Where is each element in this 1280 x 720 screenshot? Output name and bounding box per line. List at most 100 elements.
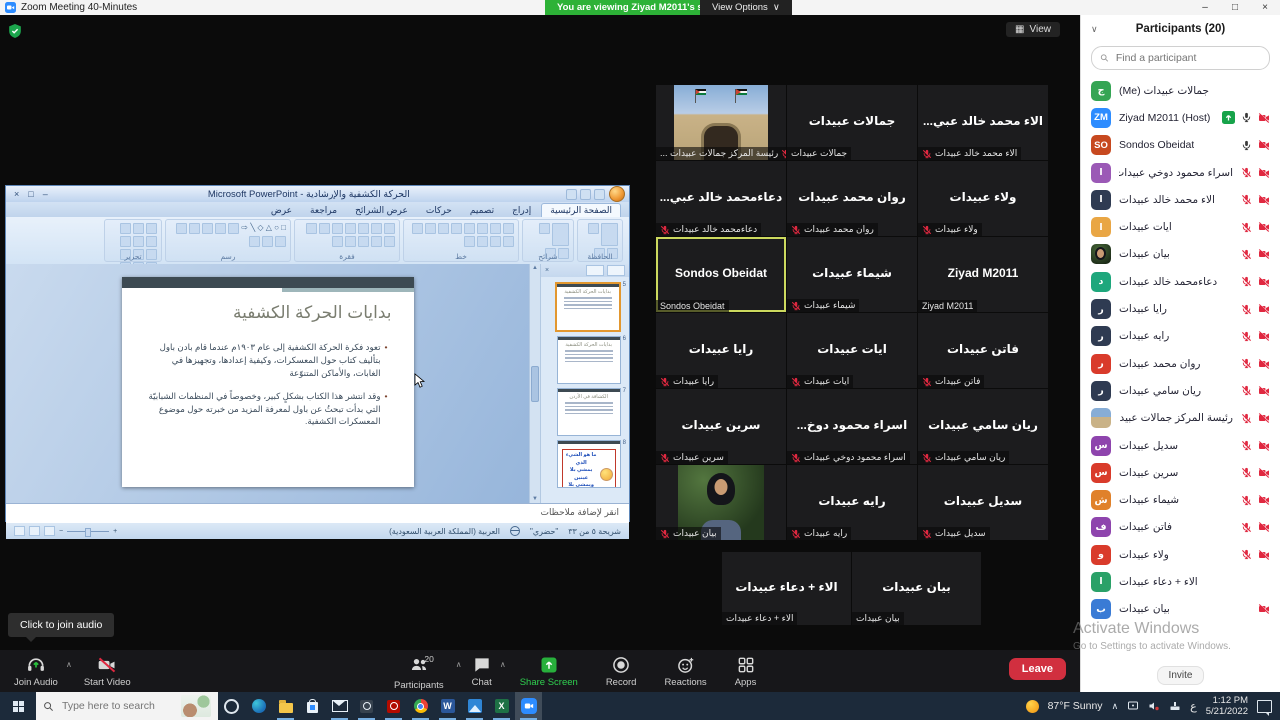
participant-row[interactable]: االاء + دعاء عبيدات <box>1081 568 1280 595</box>
participant-row[interactable]: سسديل عبيدات <box>1081 432 1280 459</box>
slide-thumbnail[interactable]: الكشافة في الأردن <box>557 388 621 436</box>
ppt-tab[interactable]: مراجعة <box>302 204 345 217</box>
maximize-button[interactable]: □ <box>1220 2 1250 13</box>
zoom-slider[interactable] <box>67 531 109 532</box>
video-tile[interactable]: ...اسراء محمود دوخاسراء محمود دوخي عبيدا… <box>787 389 917 464</box>
participant-row[interactable]: ججمالات عبيدات (Me) <box>1081 77 1280 104</box>
video-tile[interactable]: ايات عبيداتايات عبيدات <box>787 313 917 388</box>
participant-row[interactable]: وولاء عبيدات <box>1081 541 1280 568</box>
ppt-tab[interactable]: الصفحة الرئيسية <box>541 203 621 217</box>
outline-tab[interactable] <box>586 265 604 276</box>
participant-row[interactable]: ررايه عبيدات <box>1081 323 1280 350</box>
video-tile[interactable]: ...دعاءمحمد خالد عبيدعاءمحمد خالد عبيدات <box>656 161 786 236</box>
taskbar-clock[interactable]: 1:12 PM 5/21/2022 <box>1206 695 1248 718</box>
video-tile[interactable]: ريان سامي عبيداتريان سامي عبيدات <box>918 389 1048 464</box>
ppt-tab[interactable]: عرض الشرائح <box>347 204 416 217</box>
share-screen-button[interactable]: Share Screen <box>514 655 584 691</box>
taskbar-app-chrome[interactable] <box>407 692 434 720</box>
view-options-button[interactable]: View Options∨ <box>700 0 792 15</box>
video-tile[interactable]: Ziyad M2011Ziyad M2011 <box>918 237 1048 312</box>
participant-search-input[interactable] <box>1114 51 1261 65</box>
weather-text[interactable]: 87°F Sunny <box>1048 700 1103 712</box>
ppt-ribbon-group[interactable]: شرائح <box>522 219 574 262</box>
ppt-tab[interactable]: عرض <box>263 204 300 217</box>
taskbar-app-mail[interactable] <box>326 692 353 720</box>
participant-row[interactable]: رريان سامي عبيدات <box>1081 377 1280 404</box>
slide-sorter-icon[interactable] <box>29 526 40 536</box>
slide-canvas[interactable]: بدايات الحركة الكشفية •تعود فكرة الحركة … <box>122 277 414 487</box>
participant-row[interactable]: ششيماء عبيدات <box>1081 486 1280 513</box>
slideshow-icon[interactable] <box>44 526 55 536</box>
participant-row[interactable]: SOSondos Obeidat <box>1081 132 1280 159</box>
ppt-ribbon-group[interactable]: □ ○ △ ◇ ╲ ⇨رسم <box>165 219 291 262</box>
video-tile[interactable]: شيماء عبيداتشيماء عبيدات <box>787 237 917 312</box>
slides-tab[interactable] <box>607 265 625 276</box>
participant-row[interactable]: بيان عبيدات <box>1081 241 1280 268</box>
chevron-down-icon[interactable]: ∨ <box>1091 24 1098 35</box>
office-button[interactable] <box>609 186 625 202</box>
video-tile[interactable]: بيان عبيدات <box>656 465 786 540</box>
video-tile[interactable]: ...الاء محمد خالد عبيالاء محمد خالد عبيد… <box>918 85 1048 160</box>
scroll-down-icon[interactable]: ▼ <box>532 496 538 502</box>
participant-row[interactable]: رئيسة المركز جمالات عبيدات كفرسوم <box>1081 405 1280 432</box>
video-tile[interactable]: رايا عبيداترايا عبيدات <box>656 313 786 388</box>
speaker-muted-icon[interactable] <box>1148 700 1160 712</box>
ppt-quick-access-toolbar[interactable] <box>562 189 609 200</box>
slide-thumbnail[interactable]: ما هو الشيء الذييمشي بلا عينينويمشي بلا … <box>557 440 621 488</box>
ppt-redo-icon[interactable] <box>566 189 577 200</box>
taskbar-search-input[interactable] <box>60 699 175 713</box>
chevron-up-icon[interactable]: ∧ <box>500 660 506 669</box>
ppt-ribbon-group[interactable]: خط <box>403 219 519 262</box>
view-layout-button[interactable]: ▦ View <box>1006 22 1060 37</box>
close-pane-icon[interactable]: × <box>545 267 549 274</box>
video-tile[interactable]: الاء + دعاء عبيداتالاء + دعاء عبيدات <box>722 552 851 625</box>
ppt-notes-placeholder[interactable]: انقر لإضافة ملاحظات <box>6 503 629 523</box>
taskbar-app-excel[interactable]: X <box>488 692 515 720</box>
participant-row[interactable]: ررايا عبيدات <box>1081 295 1280 322</box>
participant-search[interactable] <box>1091 46 1270 70</box>
tray-overflow-chevron-icon[interactable]: ∧ <box>1112 701 1119 712</box>
video-tile[interactable]: سرين عبيداتسرين عبيدات <box>656 389 786 464</box>
video-tile[interactable]: روان محمد عبيداتروان محمد عبيدات <box>787 161 917 236</box>
slide-thumbnail[interactable]: بدايات الحركة الكشفية <box>555 282 621 332</box>
taskbar-app-word[interactable]: W <box>434 692 461 720</box>
app-window-tray-icon[interactable] <box>1127 700 1139 712</box>
weather-sun-icon[interactable] <box>1026 700 1039 713</box>
taskbar-search[interactable] <box>36 692 218 720</box>
taskbar-app-zoom[interactable] <box>515 692 542 720</box>
video-tile[interactable]: رايه عبيداترايه عبيدات <box>787 465 917 540</box>
network-icon[interactable] <box>1169 700 1181 712</box>
video-tile[interactable]: فاتن عبيداتفاتن عبيدات <box>918 313 1048 388</box>
ppt-save-icon[interactable] <box>594 189 605 200</box>
close-button[interactable]: × <box>1250 2 1280 13</box>
participant-row[interactable]: ددعاءمحمد خالد عبيدات <box>1081 268 1280 295</box>
reactions-button[interactable]: Reactions <box>658 655 712 691</box>
participants-button[interactable]: 20 Participants ∧ <box>388 655 450 691</box>
ppt-tab[interactable]: حركات <box>418 204 460 217</box>
zoom-in-icon[interactable]: + <box>113 528 117 535</box>
ppt-tab[interactable]: إدراج <box>504 204 539 217</box>
start-button[interactable] <box>0 692 36 720</box>
record-button[interactable]: Record <box>600 655 643 691</box>
keyboard-language-indicator[interactable]: ع <box>1190 700 1197 713</box>
start-video-button[interactable]: Start Video <box>78 655 137 688</box>
taskbar-app-acrobat[interactable] <box>380 692 407 720</box>
minimize-button[interactable]: – <box>1190 2 1220 13</box>
participant-row[interactable]: اايات عبيدات <box>1081 213 1280 240</box>
ppt-ribbon-group[interactable]: الحافظة <box>577 219 623 262</box>
taskbar-app-cortana[interactable] <box>218 692 245 720</box>
participant-row[interactable]: سسرين عبيدات <box>1081 459 1280 486</box>
invite-button[interactable]: Invite <box>1157 666 1205 685</box>
chat-button[interactable]: Chat ∧ <box>466 655 498 691</box>
taskbar-app-photos[interactable] <box>461 692 488 720</box>
chevron-up-icon[interactable]: ∧ <box>456 660 462 669</box>
ppt-ribbon-group[interactable]: فقرة <box>294 219 400 262</box>
ppt-close-button[interactable]: × <box>14 189 19 199</box>
participant-row[interactable]: ااسراء محمود دوخي عبيدات <box>1081 159 1280 186</box>
meeting-security-shield-icon[interactable] <box>8 23 22 44</box>
video-tile[interactable]: سديل عبيداتسديل عبيدات <box>918 465 1048 540</box>
participant-row[interactable]: ببيان عبيدات <box>1081 596 1280 623</box>
participant-row[interactable]: االاء محمد خالد عبيدات <box>1081 186 1280 213</box>
zoom-out-icon[interactable]: − <box>59 528 63 535</box>
taskbar-app-media-app[interactable] <box>353 692 380 720</box>
